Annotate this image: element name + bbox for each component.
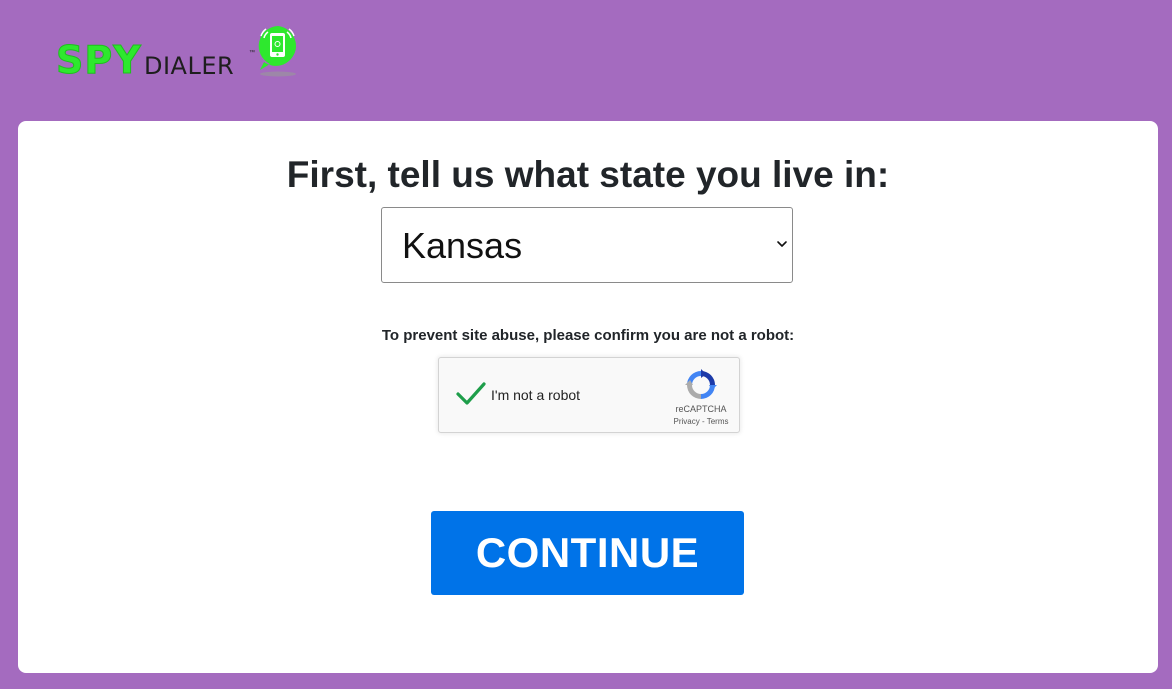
recaptcha-brand: reCAPTCHA xyxy=(675,404,727,414)
recaptcha-links: Privacy - Terms xyxy=(665,417,737,427)
robot-prompt: To prevent site abuse, please confirm yo… xyxy=(381,327,795,344)
continue-button[interactable]: CONTINUE xyxy=(431,511,744,595)
logo-dialer-text: DIALER xyxy=(144,52,235,80)
state-form-card: First, tell us what state you live in: K… xyxy=(18,121,1158,673)
phone-bubble-icon xyxy=(258,26,296,77)
recaptcha-logo-icon xyxy=(685,369,717,399)
terms-link[interactable]: Terms xyxy=(707,417,729,426)
privacy-link[interactable]: Privacy xyxy=(674,417,700,426)
spydialer-logo[interactable]: SPY DIALER ™ xyxy=(56,24,306,84)
recaptcha-label: I'm not a robot xyxy=(491,387,581,403)
checkmark-icon[interactable] xyxy=(455,380,487,408)
recaptcha-widget: I'm not a robot reCAPTCHA Privacy - Term… xyxy=(438,357,740,433)
chevron-down-icon xyxy=(777,241,787,247)
logo-spy-text: SPY xyxy=(56,38,142,82)
trademark-mark: ™ xyxy=(249,50,255,56)
links-separator: - xyxy=(699,417,707,426)
site-header: SPY DIALER ™ xyxy=(0,0,1172,121)
state-select-value: Kansas xyxy=(402,225,523,266)
state-select[interactable]: Kansas xyxy=(381,207,793,283)
page-title: First, tell us what state you live in: xyxy=(286,154,890,195)
